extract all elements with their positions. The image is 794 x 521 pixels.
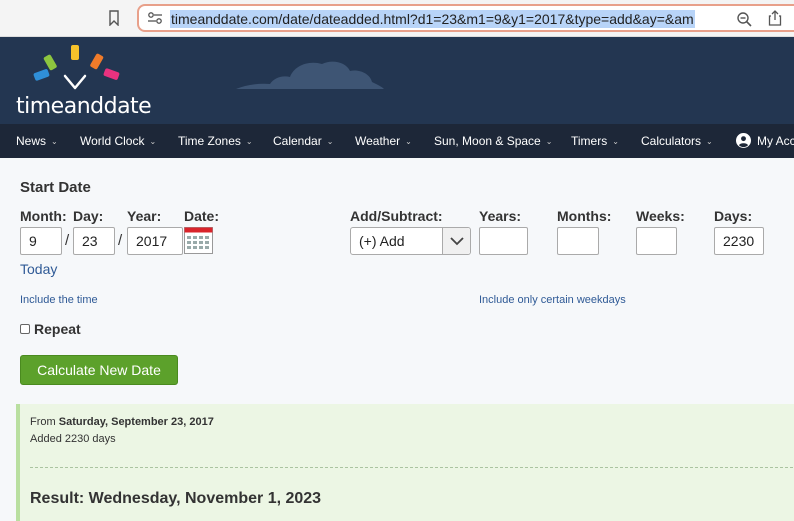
nav-weather-label: Weather bbox=[355, 134, 401, 148]
chevron-down-icon: ⌄ bbox=[612, 137, 619, 146]
site-logo[interactable]: timeanddate bbox=[16, 43, 152, 121]
nav-news[interactable]: News ⌄ bbox=[16, 124, 58, 158]
days-input[interactable]: 2230 bbox=[714, 227, 764, 255]
logo-and-text: and bbox=[63, 94, 104, 119]
account-icon bbox=[736, 133, 751, 148]
year-label: Year: bbox=[127, 208, 162, 224]
browser-toolbar: timeanddate.com/date/dateadded.html?d1=2… bbox=[0, 0, 794, 37]
include-time-link[interactable]: Include the time bbox=[20, 294, 98, 306]
nav-my-account-label: My Acc bbox=[757, 134, 794, 148]
nav-sun-moon-space-label: Sun, Moon & Space bbox=[434, 134, 541, 148]
nav-world-clock[interactable]: World Clock ⌄ bbox=[80, 124, 156, 158]
chevron-down-icon: ⌄ bbox=[545, 137, 553, 146]
weeks-input[interactable] bbox=[636, 227, 677, 255]
nav-timers[interactable]: Timers ⌄ bbox=[571, 124, 619, 158]
chevron-down-icon: ⌄ bbox=[51, 137, 58, 146]
site-header: timeanddate bbox=[0, 37, 794, 124]
nav-timers-label: Timers bbox=[571, 134, 608, 148]
logo-time-text: time bbox=[16, 94, 64, 119]
months-input[interactable] bbox=[557, 227, 599, 255]
main-nav: News ⌄ World Clock ⌄ Time Zones ⌄ Calendar ⌄… bbox=[0, 124, 794, 158]
url-text[interactable]: timeanddate.com/date/dateadded.html?d1=2… bbox=[170, 10, 695, 28]
result-from-line: From Saturday, September 23, 2017 bbox=[30, 416, 214, 428]
result-title: Result: Wednesday, November 1, 2023 bbox=[30, 490, 322, 507]
repeat-checkbox[interactable] bbox=[20, 324, 30, 334]
date-separator: / bbox=[65, 232, 70, 249]
site-settings-icon[interactable] bbox=[147, 11, 163, 25]
nav-time-zones[interactable]: Time Zones ⌄ bbox=[178, 124, 253, 158]
weekdays-link[interactable]: Include only certain weekdays bbox=[479, 294, 626, 306]
nav-calculators[interactable]: Calculators ⌄ bbox=[641, 124, 713, 158]
nav-my-account[interactable]: My Acc bbox=[736, 124, 794, 158]
chevron-down-icon: ⌄ bbox=[326, 137, 334, 146]
chevron-down-icon: ⌄ bbox=[706, 137, 713, 146]
result-divider bbox=[30, 467, 794, 468]
zoom-out-icon[interactable] bbox=[736, 11, 752, 27]
days-label: Days: bbox=[714, 208, 753, 224]
add-subtract-label: Add/Subtract: bbox=[350, 208, 443, 224]
day-input[interactable]: 23 bbox=[73, 227, 115, 255]
nav-news-label: News bbox=[16, 134, 47, 148]
weeks-label: Weeks: bbox=[636, 208, 685, 224]
months-label: Months: bbox=[557, 208, 612, 224]
calculate-button[interactable]: Calculate New Date bbox=[20, 355, 178, 385]
nav-weather[interactable]: Weather ⌄ bbox=[355, 124, 412, 158]
date-separator: / bbox=[118, 232, 123, 249]
chevron-down-icon: ⌄ bbox=[405, 137, 412, 146]
nav-calendar[interactable]: Calendar ⌄ bbox=[273, 124, 333, 158]
month-input[interactable]: 9 bbox=[20, 227, 62, 255]
add-subtract-select[interactable]: (+) Add bbox=[350, 227, 471, 255]
section-title: Start Date bbox=[20, 179, 91, 196]
cloud-icon bbox=[236, 61, 384, 89]
bookmark-icon[interactable] bbox=[108, 10, 120, 26]
nav-world-clock-label: World Clock bbox=[80, 134, 145, 148]
logo-date-text: date bbox=[103, 94, 152, 119]
nav-calendar-label: Calendar bbox=[273, 134, 322, 148]
years-label: Years: bbox=[479, 208, 522, 224]
chevron-down-icon: ⌄ bbox=[245, 137, 253, 146]
day-label: Day: bbox=[73, 208, 104, 224]
add-subtract-value: (+) Add bbox=[359, 233, 405, 249]
logo-rays-icon bbox=[33, 45, 120, 90]
chevron-down-icon: ⌄ bbox=[149, 137, 157, 146]
month-label: Month: bbox=[20, 208, 67, 224]
date-label: Date: bbox=[184, 208, 220, 224]
result-from-prefix: From bbox=[30, 416, 56, 428]
today-link[interactable]: Today bbox=[20, 261, 57, 277]
calendar-icon[interactable] bbox=[184, 227, 213, 254]
select-dropdown-button[interactable] bbox=[442, 228, 470, 254]
result-panel: From Saturday, September 23, 2017 Added … bbox=[16, 404, 794, 521]
year-input[interactable]: 2017 bbox=[127, 227, 183, 255]
chevron-down-icon bbox=[450, 237, 464, 246]
repeat-label[interactable]: Repeat bbox=[34, 321, 81, 337]
share-icon[interactable] bbox=[768, 10, 782, 26]
date-calculator-form: Start Date Month: Day: Year: Date: 9 / 2… bbox=[0, 158, 794, 521]
nav-calculators-label: Calculators bbox=[641, 134, 702, 148]
years-input[interactable] bbox=[479, 227, 528, 255]
result-added-line: Added 2230 days bbox=[30, 433, 116, 445]
result-from-date: Saturday, September 23, 2017 bbox=[58, 416, 214, 428]
address-bar[interactable]: timeanddate.com/date/dateadded.html?d1=2… bbox=[137, 4, 794, 32]
nav-time-zones-label: Time Zones bbox=[178, 134, 241, 148]
nav-sun-moon-space[interactable]: Sun, Moon & Space ⌄ bbox=[434, 124, 552, 158]
logo-wordmark: timeanddate bbox=[16, 94, 152, 119]
